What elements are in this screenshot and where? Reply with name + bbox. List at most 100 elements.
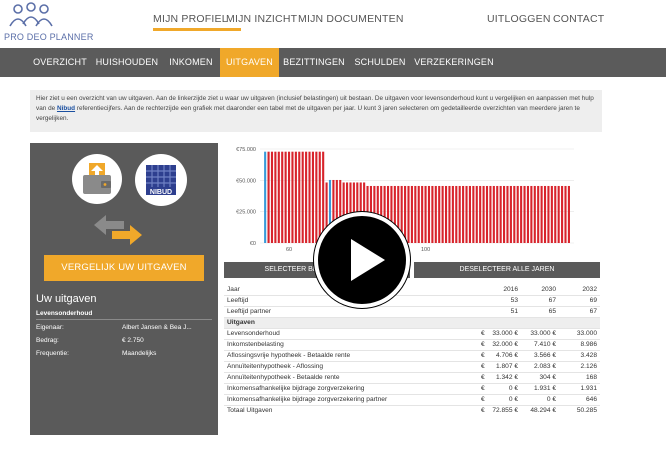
chart-bar[interactable]: [294, 151, 297, 243]
chart-bar[interactable]: [496, 185, 499, 243]
chart-bar[interactable]: [284, 151, 287, 243]
topnav-mijn-inzicht[interactable]: MIJN INZICHT: [226, 13, 297, 25]
chart-bar[interactable]: [441, 185, 444, 243]
chart-bar[interactable]: [444, 185, 448, 243]
tab-verzekeringen[interactable]: VERZEKERINGEN: [411, 48, 497, 77]
chart-bar[interactable]: [434, 185, 437, 243]
chart-bar[interactable]: [564, 185, 567, 243]
chart-bar[interactable]: [554, 185, 557, 243]
row-currency: €: [481, 352, 485, 359]
chart-bar[interactable]: [448, 185, 451, 243]
row-value-1: 51: [510, 308, 518, 315]
chart-bar[interactable]: [516, 185, 519, 243]
row-currency: €: [481, 374, 485, 381]
nibud-logo-text: NIBUD: [150, 189, 172, 196]
tab-uitgaven[interactable]: UITGAVEN: [220, 48, 279, 77]
exchange-arrows-icon: [94, 215, 142, 245]
chart-bar[interactable]: [520, 185, 523, 243]
chart-bar[interactable]: [462, 185, 465, 243]
chart-bar[interactable]: [274, 151, 277, 243]
chart-bar[interactable]: [537, 185, 540, 243]
chart-bar[interactable]: [298, 151, 301, 243]
year-col-1[interactable]: 2016: [503, 286, 518, 293]
chart-bar[interactable]: [277, 151, 280, 243]
chart-bar[interactable]: [264, 151, 267, 243]
tab-bezittingen[interactable]: BEZITTINGEN: [279, 48, 349, 77]
chart-bar[interactable]: [561, 185, 564, 243]
chart-bar[interactable]: [526, 185, 530, 243]
compare-expenses-button[interactable]: VERGELIJK UW UITGAVEN: [44, 255, 204, 281]
chart-bar[interactable]: [468, 185, 471, 243]
chart-bar[interactable]: [557, 185, 560, 243]
chart-bar[interactable]: [530, 185, 533, 243]
chart-bar[interactable]: [567, 185, 570, 243]
topnav-mijn-documenten[interactable]: MIJN DOCUMENTEN: [298, 13, 404, 25]
amount-label: Bedrag:: [36, 337, 59, 344]
chart-bar[interactable]: [267, 151, 270, 243]
chart-bar[interactable]: [485, 185, 489, 243]
row-value-3: 50.285: [576, 407, 597, 414]
tab-schulden[interactable]: SCHULDEN: [349, 48, 411, 77]
video-play-button[interactable]: [313, 211, 411, 309]
chart-bar[interactable]: [533, 185, 536, 243]
tab-inkomen[interactable]: INKOMEN: [162, 48, 220, 77]
chart-bar[interactable]: [424, 185, 427, 243]
chart-bar[interactable]: [465, 185, 468, 243]
chart-bar[interactable]: [550, 185, 553, 243]
chart-bar[interactable]: [543, 185, 547, 243]
tab-huishouden[interactable]: HUISHOUDEN: [92, 48, 162, 77]
table-row: Inkomensafhankelijke bijdrage zorgverzek…: [224, 395, 600, 406]
chart-bar[interactable]: [291, 151, 294, 243]
top-bar: PRO DEO PLANNER MIJN PROFIEL MIJN INZICH…: [0, 0, 666, 46]
expenses-chart[interactable]: €0€25.000€50.000€75.00060708090100: [224, 143, 600, 260]
year-col-3[interactable]: 2032: [582, 286, 597, 293]
row-value-3: 3.428: [580, 352, 597, 359]
chart-bar[interactable]: [479, 185, 482, 243]
chart-bar[interactable]: [438, 185, 441, 243]
row-label: Totaal Uitgaven: [227, 407, 273, 414]
topnav-mijn-profiel[interactable]: MIJN PROFIEL: [153, 13, 228, 25]
chart-bar[interactable]: [451, 185, 454, 243]
chart-bar[interactable]: [421, 185, 424, 243]
contact-link[interactable]: CONTACT: [553, 13, 604, 25]
chart-bar[interactable]: [410, 185, 413, 243]
chart-bar[interactable]: [281, 151, 284, 243]
chart-bar[interactable]: [489, 185, 492, 243]
chart-bar[interactable]: [503, 185, 506, 243]
row-value-1: 72.855 €: [492, 407, 518, 414]
chart-bar[interactable]: [523, 185, 526, 243]
chart-bar[interactable]: [482, 185, 485, 243]
owner-label: Eigenaar:: [36, 324, 64, 331]
chart-bar[interactable]: [427, 185, 431, 243]
chart-bar[interactable]: [287, 151, 291, 243]
chart-bar[interactable]: [475, 185, 478, 243]
chart-bar[interactable]: [308, 151, 311, 243]
tab-overzicht[interactable]: OVERZICHT: [28, 48, 92, 77]
chart-bar[interactable]: [458, 185, 461, 243]
chart-bar[interactable]: [547, 185, 550, 243]
chart-bar[interactable]: [414, 185, 417, 243]
row-value-1: 32.000 €: [492, 341, 518, 348]
chart-bar[interactable]: [509, 185, 512, 243]
chart-bar[interactable]: [506, 185, 509, 243]
row-currency: €: [481, 341, 485, 348]
chart-bar[interactable]: [270, 151, 274, 243]
nibud-link[interactable]: Nibud: [57, 105, 75, 112]
chart-bar[interactable]: [513, 185, 516, 243]
row-value-3: 2.126: [580, 363, 597, 370]
chart-bar[interactable]: [492, 185, 495, 243]
chart-bar[interactable]: [499, 185, 502, 243]
chart-bar[interactable]: [417, 185, 420, 243]
year-col-2[interactable]: 2030: [541, 286, 556, 293]
logo[interactable]: PRO DEO PLANNER: [4, 2, 96, 44]
chart-bar[interactable]: [431, 185, 434, 243]
row-label: Levensonderhoud: [227, 330, 280, 337]
logout-link[interactable]: UITLOGGEN: [487, 13, 551, 25]
row-value-2: 67: [548, 297, 556, 304]
chart-bar[interactable]: [301, 151, 304, 243]
chart-bar[interactable]: [472, 185, 475, 243]
chart-bar[interactable]: [455, 185, 458, 243]
chart-bar[interactable]: [540, 185, 543, 243]
deselect-years-button[interactable]: DESELECTEER ALLE JAREN: [414, 262, 600, 278]
chart-bar[interactable]: [305, 151, 308, 243]
